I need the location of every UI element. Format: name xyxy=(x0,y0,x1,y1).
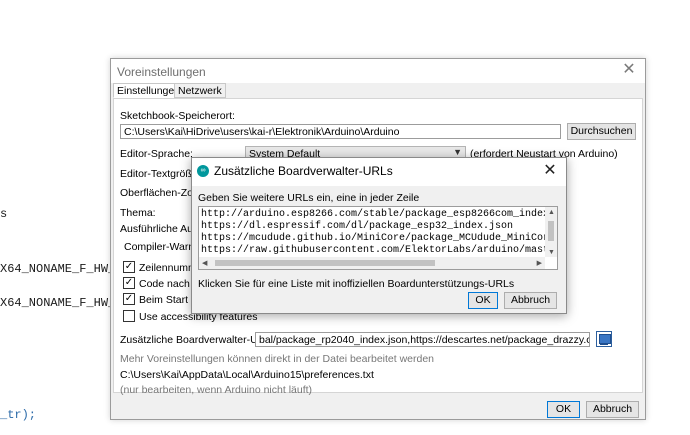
tab-netzwerk[interactable]: Netzwerk xyxy=(174,83,226,98)
line-numbers-checkbox[interactable] xyxy=(123,261,135,273)
browse-button[interactable]: Durchsuchen xyxy=(567,123,636,140)
chevron-down-icon: ▼ xyxy=(453,147,462,157)
url-line: https://dl.espressif.com/dl/package_esp3… xyxy=(201,221,514,232)
code-fragment: _tr); xyxy=(0,408,36,422)
preferences-titlebar[interactable]: Voreinstellungen ✕ xyxy=(111,59,645,83)
cancel-button[interactable]: Abbruch xyxy=(586,401,639,418)
scroll-left-icon[interactable]: ◀ xyxy=(202,259,207,267)
more-prefs-note: Mehr Voreinstellungen können direkt in d… xyxy=(120,353,435,365)
code-fragment: s xyxy=(0,207,8,221)
check-updates-checkbox[interactable] xyxy=(123,293,135,305)
scroll-down-icon[interactable]: ▼ xyxy=(548,249,555,256)
url-cancel-button[interactable]: Abbruch xyxy=(504,292,557,309)
url-ok-button[interactable]: OK xyxy=(468,292,498,309)
code-fragment-text: _tr); xyxy=(0,408,37,422)
arduino-logo-icon: ∞ xyxy=(197,165,209,177)
board-urls-dialog-title: Zusätzliche Boardverwalter-URLs xyxy=(214,164,393,178)
code-folding-checkbox[interactable] xyxy=(123,277,135,289)
accessibility-checkbox[interactable] xyxy=(123,310,135,322)
edit-urls-icon[interactable] xyxy=(596,331,612,347)
code-fragment: X64_NONAME_F_HW_ xyxy=(0,296,116,310)
horizontal-scrollbar[interactable]: ◀ ▶ xyxy=(199,257,545,269)
scroll-up-icon[interactable]: ▲ xyxy=(548,209,555,216)
urls-textarea[interactable]: http://arduino.esp8266.com/stable/packag… xyxy=(198,206,558,270)
preferences-title: Voreinstellungen xyxy=(117,65,206,79)
sketchbook-path-input[interactable]: C:\Users\Kai\HiDrive\users\kai-r\Elektro… xyxy=(120,124,561,139)
vertical-scrollbar[interactable]: ▲ ▼ xyxy=(545,207,557,257)
board-urls-input[interactable]: bal/package_rp2040_index.json,https://de… xyxy=(255,332,590,347)
editor-language-label: Editor-Sprache: xyxy=(120,148,193,160)
url-line: http://arduino.esp8266.com/stable/packag… xyxy=(201,209,558,220)
sketchbook-label: Sketchbook-Speicherort: xyxy=(120,110,235,122)
theme-label: Thema: xyxy=(120,207,156,219)
edit-note: (nur bearbeiten, wenn Arduino nicht läuf… xyxy=(120,384,313,396)
close-icon[interactable]: ✕ xyxy=(542,162,558,180)
text-size-label: Editor-Textgröße: xyxy=(120,168,201,180)
close-icon[interactable]: ✕ xyxy=(621,61,637,79)
scroll-thumb[interactable] xyxy=(548,221,554,241)
url-line: https://raw.githubusercontent.com/Elekto… xyxy=(201,245,558,256)
prefs-file-path[interactable]: C:\Users\Kai\AppData\Local\Arduino15\pre… xyxy=(120,369,374,381)
url-prompt: Geben Sie weitere URLs ein, eine in jede… xyxy=(198,192,420,204)
scroll-right-icon[interactable]: ▶ xyxy=(537,259,542,267)
url-line: https://mcudude.github.io/MiniCore/packa… xyxy=(201,233,558,244)
board-urls-titlebar[interactable]: ∞ Zusätzliche Boardverwalter-URLs ✕ xyxy=(192,158,566,186)
board-urls-dialog: ∞ Zusätzliche Boardverwalter-URLs ✕ Gebe… xyxy=(191,157,567,314)
unofficial-urls-link[interactable]: Klicken Sie für eine Liste mit inoffizie… xyxy=(198,278,514,290)
code-fragment: X64_NONAME_F_HW_ xyxy=(0,262,116,276)
scroll-thumb[interactable] xyxy=(215,260,435,266)
ok-button[interactable]: OK xyxy=(547,401,580,418)
